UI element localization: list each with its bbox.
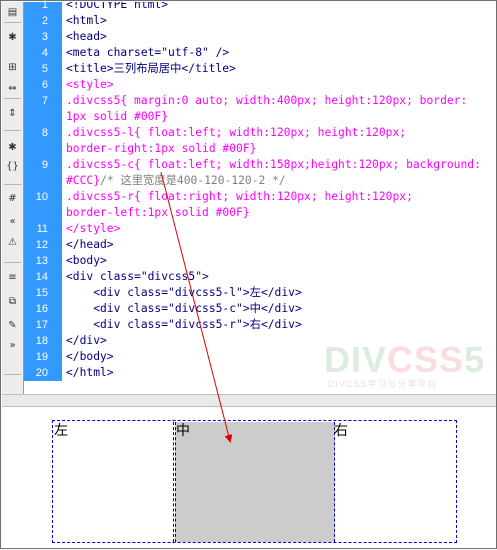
css-rule: .divcss5-r{ float:right; width:120px; he… xyxy=(66,190,413,203)
html-tag: <div class="divcss5-r"> xyxy=(66,318,250,331)
text-content: 右 xyxy=(249,318,261,331)
css-rule: border-left:1px solid #00F} xyxy=(66,206,250,219)
line-number: 7 xyxy=(41,95,48,107)
code-line[interactable]: </body> xyxy=(66,349,114,365)
code-line[interactable]: <div class="divcss5-c">中</div> xyxy=(66,301,302,317)
text-content: 三列布局居中 xyxy=(113,62,182,75)
html-tag: </html> xyxy=(66,366,114,379)
html-tag: <html> xyxy=(66,14,107,27)
code-line[interactable]: .divcss5-l{ float:left; width:120px; hei… xyxy=(66,125,406,141)
html-tag: <div class="divcss5"> xyxy=(66,270,209,283)
css-rule: </style> xyxy=(66,222,121,235)
html-tag: </div> xyxy=(260,318,302,331)
html-tag: </div> xyxy=(66,334,107,347)
format-icon[interactable]: ✱ xyxy=(5,140,20,155)
text-content: 左 xyxy=(249,286,261,299)
line-number: 19 xyxy=(35,351,48,363)
html-tag: <div class="divcss5-l"> xyxy=(66,286,250,299)
line-number-gutter: 1 2 3 4 5 6 7 8 9 10 11 12 13 14 15 16 17 18 19 20 xyxy=(24,0,62,381)
code-line[interactable]: <meta charset="utf-8" /> xyxy=(66,45,229,61)
code-line[interactable]: <title>三列布局居中</title> xyxy=(66,61,236,77)
css-rule: .divcss5-c{ float:left; width:158px;heig… xyxy=(66,158,481,171)
html-tag: </div> xyxy=(260,286,302,299)
line-number: 4 xyxy=(41,47,48,59)
line-number: 18 xyxy=(35,335,48,347)
code-line[interactable]: border-left:1px solid #00F} xyxy=(66,205,250,221)
code-line[interactable]: </html> xyxy=(66,365,114,381)
code-line[interactable]: </style> xyxy=(66,221,120,237)
code-line[interactable]: </head> xyxy=(66,237,114,253)
css-rule: <style> xyxy=(66,78,114,91)
line-number: 14 xyxy=(35,271,48,283)
left-column[interactable]: 左 xyxy=(54,422,174,542)
center-column-text: 中 xyxy=(176,423,190,439)
line-number: 8 xyxy=(41,127,48,139)
line-number: 16 xyxy=(35,303,48,315)
html-tag: <head> xyxy=(66,30,107,43)
line-number: 20 xyxy=(35,367,48,379)
line-number: 15 xyxy=(35,287,48,299)
text-content: 中 xyxy=(249,302,261,315)
code-line[interactable]: .divcss5{ margin:0 auto; width:400px; he… xyxy=(66,93,467,109)
line-number: 9 xyxy=(41,159,48,171)
editor-window: ▤ ✱ ⊞ ⇔ ⇕ ✱{} # «⚠ ≡ ⧉ ✎» 1 2 3 4 5 6 7 8 9 10 11 12 13 14 15 16 1… xyxy=(0,0,497,549)
css-rule: .divcss5-l{ float:left; width:120px; hei… xyxy=(66,126,407,139)
line-number: 5 xyxy=(41,63,48,75)
code-view[interactable]: <!DOCTYPE html> <html> <head> <meta charset… xyxy=(62,2,495,381)
right-column-text: 右 xyxy=(334,423,348,439)
html-tag: <!DOCTYPE html> xyxy=(66,2,169,11)
center-column[interactable]: 中 xyxy=(175,422,335,542)
code-line[interactable]: <head> xyxy=(66,29,107,45)
code-line[interactable]: 1px solid #00F} xyxy=(66,109,168,125)
css-rule: .divcss5{ margin:0 auto; width:400px; he… xyxy=(66,94,468,107)
code-line[interactable]: .divcss5-r{ float:right; width:120px; he… xyxy=(66,189,413,205)
line-number: 2 xyxy=(41,15,48,27)
code-line[interactable]: <div class="divcss5-r">右</div> xyxy=(66,317,302,333)
html-tag: </head> xyxy=(66,238,114,251)
line-number: 6 xyxy=(41,79,48,91)
code-line[interactable]: <style> xyxy=(66,77,114,93)
html-tag: <title> xyxy=(66,62,114,75)
html-tag: <meta charset="utf-8" /> xyxy=(66,46,230,59)
line-number: 3 xyxy=(41,31,48,43)
right-column[interactable]: 右 xyxy=(334,422,453,542)
design-view[interactable]: 左 中 右 xyxy=(2,407,496,548)
css-rule: border-right:1px solid #00F} xyxy=(66,142,257,155)
left-column-text: 左 xyxy=(54,423,68,439)
line-number: 13 xyxy=(35,255,48,267)
line-number: 17 xyxy=(35,319,48,331)
html-tag: </body> xyxy=(66,350,114,363)
code-line[interactable]: <body> xyxy=(66,253,107,269)
html-tag: </title> xyxy=(181,62,236,75)
code-line[interactable]: #CCC}/* 这里宽度是400-120-120-2 */ xyxy=(66,173,286,189)
code-line[interactable]: <div class="divcss5"> xyxy=(66,269,209,285)
line-number: 10 xyxy=(35,191,48,203)
code-line[interactable]: </div> xyxy=(66,333,107,349)
html-tag: <body> xyxy=(66,254,107,267)
line-number: 12 xyxy=(35,239,48,251)
line-number: 1 xyxy=(41,0,48,11)
line-number: 11 xyxy=(36,223,48,235)
code-line[interactable]: border-right:1px solid #00F} xyxy=(66,141,256,157)
code-line[interactable]: .divcss5-c{ float:left; width:158px;heig… xyxy=(66,157,481,173)
css-rule: #CCC} xyxy=(66,174,101,187)
html-tag: </div> xyxy=(260,302,302,315)
code-line[interactable]: <div class="divcss5-l">左</div> xyxy=(66,285,302,301)
view-splitter[interactable] xyxy=(2,394,496,407)
code-line[interactable]: <html> xyxy=(66,13,107,29)
code-comment: /* 这里宽度是400-120-120-2 */ xyxy=(100,174,286,187)
divcss5-container[interactable]: 左 中 右 xyxy=(52,420,457,543)
html-tag: <div class="divcss5-c"> xyxy=(66,302,250,315)
code-line[interactable]: <!DOCTYPE html> xyxy=(66,2,168,13)
css-rule: 1px solid #00F} xyxy=(66,110,169,123)
